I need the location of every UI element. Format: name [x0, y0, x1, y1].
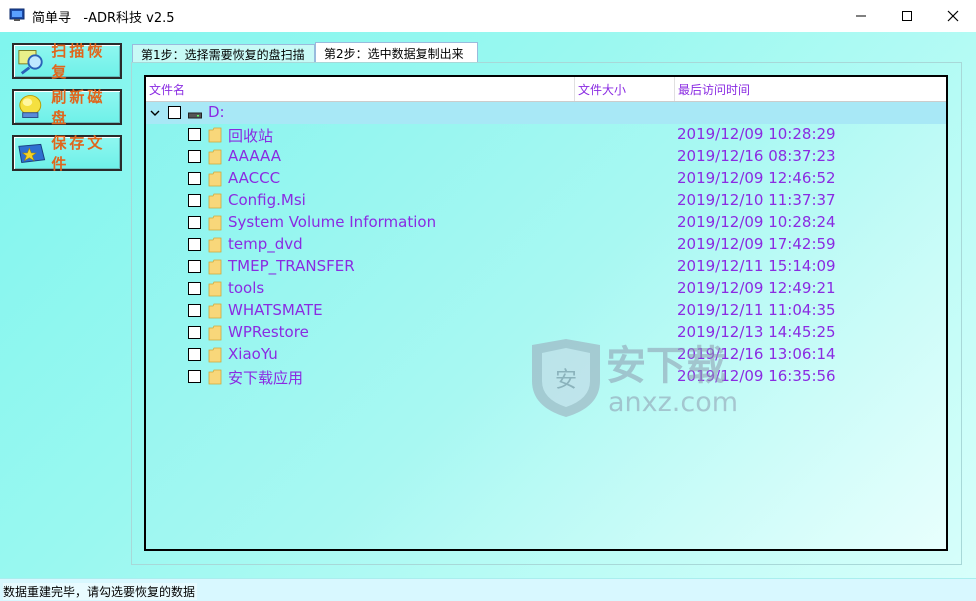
- window-title: 简单寻 -ADR科技 v2.5: [32, 11, 175, 26]
- save-file-label: 保存文件: [51, 134, 106, 173]
- refresh-disk-icon: [19, 95, 42, 118]
- root-drive-name: D:: [208, 103, 225, 121]
- row-last-access-time: 2019/12/09 12:49:21: [677, 279, 836, 297]
- column-header-time[interactable]: 最后访问时间: [675, 77, 946, 101]
- file-tree[interactable]: 文件名 文件大小 最后访问时间 D: 回收站 2019/12/09 10:28:2…: [144, 75, 948, 551]
- tree-row[interactable]: temp_dvd 2019/12/09 17:42:59: [146, 234, 946, 256]
- minimize-button[interactable]: [838, 0, 884, 32]
- watermark-brand: 安下载: [606, 343, 726, 389]
- title-bar: 简单寻 -ADR科技 v2.5: [0, 0, 976, 32]
- row-name: Config.Msi: [228, 191, 306, 209]
- refresh-disk-label: 刷新磁盘: [51, 88, 106, 127]
- folder-icon: [208, 237, 222, 253]
- row-checkbox[interactable]: [188, 172, 201, 185]
- refresh-disk-button[interactable]: 刷新磁盘: [12, 88, 122, 127]
- row-last-access-time: 2019/12/11 11:04:35: [677, 301, 836, 319]
- tree-row[interactable]: WHATSMATE 2019/12/11 11:04:35: [146, 300, 946, 322]
- row-checkbox[interactable]: [188, 370, 201, 383]
- watermark-url: anxz.com: [608, 387, 738, 418]
- root-checkbox[interactable]: [168, 106, 181, 119]
- folder-icon: [208, 325, 222, 341]
- chevron-down-icon[interactable]: [150, 108, 160, 118]
- save-file-icon: [18, 143, 46, 164]
- save-file-button[interactable]: 保存文件: [12, 134, 122, 173]
- tab-step-2[interactable]: 第2步：选中数据复制出来: [315, 42, 478, 63]
- row-checkbox[interactable]: [188, 216, 201, 229]
- row-last-access-time: 2019/12/09 12:46:52: [677, 169, 836, 187]
- row-checkbox[interactable]: [188, 282, 201, 295]
- folder-icon: [208, 369, 222, 385]
- row-name: AACCC: [228, 169, 281, 187]
- scan-recover-label: 扫描恢复: [51, 42, 106, 81]
- row-checkbox[interactable]: [188, 194, 201, 207]
- drive-icon: [188, 112, 202, 119]
- row-last-access-time: 2019/12/09 17:42:59: [677, 235, 836, 253]
- maximize-icon: [902, 11, 912, 21]
- folder-icon: [208, 149, 222, 165]
- magnifier-icon: [18, 50, 43, 75]
- close-icon: [947, 10, 959, 22]
- row-name: temp_dvd: [228, 235, 303, 253]
- tree-row[interactable]: System Volume Information 2019/12/09 10:2…: [146, 212, 946, 234]
- tree-row[interactable]: AACCC 2019/12/09 12:46:52: [146, 168, 946, 190]
- row-checkbox[interactable]: [188, 238, 201, 251]
- folder-icon: [208, 281, 222, 297]
- row-last-access-time: 2019/12/09 10:28:29: [677, 125, 836, 143]
- row-name: WHATSMATE: [228, 301, 323, 319]
- folder-icon: [208, 303, 222, 319]
- row-checkbox[interactable]: [188, 150, 201, 163]
- row-name: TMEP_TRANSFER: [228, 257, 355, 275]
- close-button[interactable]: [930, 0, 976, 32]
- app-window: 简单寻 -ADR科技 v2.5 扫描恢复 刷新磁盘 保存文件 第1步：选择需要恢…: [0, 0, 976, 601]
- tree-row[interactable]: Config.Msi 2019/12/10 11:37:37: [146, 190, 946, 212]
- row-checkbox[interactable]: [188, 326, 201, 339]
- row-last-access-time: 2019/12/09 10:28:24: [677, 213, 836, 231]
- maximize-button[interactable]: [884, 0, 930, 32]
- row-name: System Volume Information: [228, 213, 437, 231]
- status-bar: 数据重建完毕，请勾选要恢复的数据: [0, 578, 976, 601]
- row-checkbox[interactable]: [188, 348, 201, 361]
- app-monitor-icon: [9, 8, 25, 21]
- tab-step-1[interactable]: 第1步：选择需要恢复的盘扫描: [132, 44, 315, 63]
- row-checkbox[interactable]: [188, 260, 201, 273]
- tree-row[interactable]: tools 2019/12/09 12:49:21: [146, 278, 946, 300]
- tree-row[interactable]: 回收站 2019/12/09 10:28:29: [146, 124, 946, 146]
- folder-icon: [208, 347, 222, 363]
- row-name: 安下载应用: [228, 369, 304, 387]
- row-name: tools: [228, 279, 265, 297]
- row-last-access-time: 2019/12/16 08:37:23: [677, 147, 836, 165]
- folder-icon: [208, 127, 222, 143]
- row-name: 回收站: [228, 127, 274, 145]
- watermark-logo: 安 安下载 anxz.com: [532, 339, 738, 418]
- row-name: XiaoYu: [228, 345, 278, 363]
- scan-recover-button[interactable]: 扫描恢复: [12, 42, 122, 81]
- tree-row[interactable]: AAAAA 2019/12/16 08:37:23: [146, 146, 946, 168]
- tree-root-row[interactable]: D:: [146, 102, 946, 124]
- column-header-size[interactable]: 文件大小: [575, 77, 675, 101]
- column-header: 文件名 文件大小 最后访问时间: [146, 77, 946, 102]
- minimize-icon: [856, 15, 866, 17]
- folder-icon: [208, 193, 222, 209]
- row-last-access-time: 2019/12/11 15:14:09: [677, 257, 836, 275]
- row-checkbox[interactable]: [188, 304, 201, 317]
- status-text: 数据重建完毕，请勾选要恢复的数据: [3, 583, 198, 600]
- svg-text:安: 安: [555, 368, 577, 393]
- tree-row[interactable]: TMEP_TRANSFER 2019/12/11 15:14:09: [146, 256, 946, 278]
- column-header-name[interactable]: 文件名: [146, 77, 575, 101]
- row-last-access-time: 2019/12/10 11:37:37: [677, 191, 836, 209]
- row-name: WPRestore: [228, 323, 309, 341]
- row-name: AAAAA: [228, 147, 281, 165]
- folder-icon: [208, 171, 222, 187]
- folder-icon: [208, 215, 222, 231]
- row-checkbox[interactable]: [188, 128, 201, 141]
- folder-icon: [208, 259, 222, 275]
